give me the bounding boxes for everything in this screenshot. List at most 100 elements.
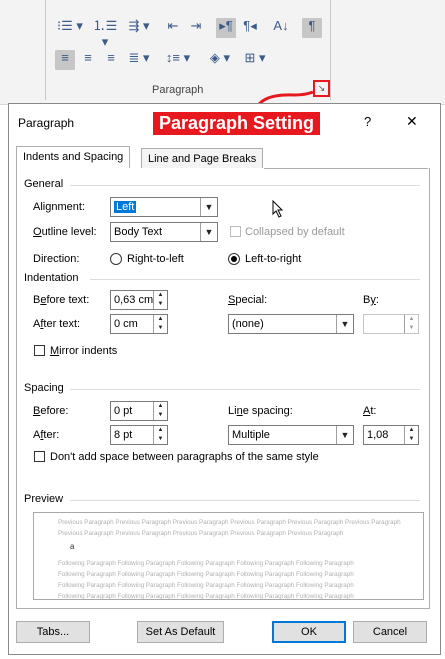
borders-icon: ⊞ ▾ — [244, 50, 266, 65]
align-right-button[interactable]: ≡ — [101, 50, 121, 70]
dont-add-space-checkbox[interactable] — [34, 451, 45, 462]
spacing-after-spinner[interactable]: 8 pt ▲ ▼ — [110, 425, 168, 445]
cancel-label: Cancel — [372, 626, 408, 638]
spacing-before-spinner[interactable]: 0 pt ▲ ▼ — [110, 401, 168, 421]
alignment-select[interactable]: Left ▼ — [110, 197, 218, 217]
multilevel-list-button[interactable]: ⇶ ▾ — [124, 18, 154, 38]
general-rule — [70, 185, 420, 186]
after-text-spinner[interactable]: 0 cm ▲ ▼ — [110, 314, 168, 334]
ribbon-paragraph-group: ⁝☰ ▾ ⒈☰ ▾ ⇶ ▾ ⇤ ⇥ ▸¶ ¶◂ A↓ ¶ ≡ ≡ ≡ ≣ ▾ ↕… — [0, 0, 445, 105]
preview-previous-text: Previous Paragraph Previous Paragraph Pr… — [58, 519, 401, 526]
show-formatting-icon: ¶ — [308, 18, 316, 33]
increase-indent-button[interactable]: ⇥ — [186, 18, 206, 38]
preview-following-text: Following Paragraph Following Paragraph … — [58, 571, 354, 578]
by-spinner[interactable]: ▲ ▼ — [363, 314, 419, 334]
tab-strip-line — [264, 168, 428, 169]
set-as-default-label: Set As Default — [145, 626, 216, 638]
help-button[interactable]: ? — [364, 114, 371, 129]
numbering-icon: ⒈☰ ▾ — [92, 18, 118, 49]
ok-button[interactable]: OK — [272, 621, 346, 643]
mirror-indents-checkbox[interactable] — [34, 345, 45, 356]
align-right-icon: ≡ — [107, 50, 115, 65]
left-to-right-radio[interactable] — [228, 253, 240, 265]
justify-button[interactable]: ≣ ▾ — [124, 50, 154, 70]
spin-arrows-icon: ▲ ▼ — [153, 291, 167, 309]
after-text-value: 0 cm — [114, 318, 138, 330]
numbering-button[interactable]: ⒈☰ ▾ — [90, 18, 120, 49]
right-to-left-radio[interactable] — [110, 253, 122, 265]
left-to-right-label: Left-to-right — [245, 253, 302, 265]
align-center-icon: ≡ — [84, 50, 92, 65]
at-label: At: — [363, 405, 377, 417]
before-text-label: Before text: — [33, 294, 90, 306]
preview-sample-text: a — [70, 542, 75, 551]
rtl-paragraph-button[interactable]: ¶◂ — [240, 18, 260, 38]
tab-indents-and-spacing[interactable]: Indents and Spacing — [16, 146, 131, 169]
by-label: By: — [363, 294, 379, 306]
annotation-label: Paragraph Setting — [153, 112, 321, 135]
ltr-paragraph-icon: ▸¶ — [219, 18, 233, 33]
sort-button[interactable]: A↓ — [271, 18, 291, 38]
align-left-icon: ≡ — [61, 50, 69, 65]
at-value: 1,08 — [367, 429, 389, 441]
spin-arrows-icon: ▲ ▼ — [404, 426, 418, 444]
spin-arrows-icon: ▲ ▼ — [153, 315, 167, 333]
mouse-cursor-icon — [272, 200, 284, 218]
outline-level-select[interactable]: Body Text ▼ — [110, 222, 218, 242]
bullets-button[interactable]: ⁝☰ ▾ — [55, 18, 85, 38]
chevron-down-icon: ▼ — [200, 223, 217, 241]
line-spacing-icon: ↕≡ ▾ — [165, 50, 191, 65]
chevron-down-icon: ▼ — [336, 426, 353, 444]
align-left-button[interactable]: ≡ — [55, 50, 75, 70]
ribbon-group-label: Paragraph — [152, 84, 204, 96]
direction-label: Direction: — [33, 253, 80, 265]
spin-arrows-icon: ▲ ▼ — [404, 315, 418, 333]
help-icon: ? — [364, 114, 372, 129]
shading-icon: ◈ ▾ — [209, 50, 231, 65]
spin-arrows-icon: ▲ ▼ — [153, 402, 167, 420]
spacing-after-value: 8 pt — [114, 429, 133, 441]
outline-level-label: Outline level: — [33, 226, 97, 238]
line-spacing-button[interactable]: ↕≡ ▾ — [163, 50, 193, 70]
borders-button[interactable]: ⊞ ▾ — [240, 50, 270, 70]
decrease-indent-icon: ⇤ — [167, 18, 179, 33]
align-center-button[interactable]: ≡ — [78, 50, 98, 70]
collapsed-by-default-checkbox[interactable] — [230, 226, 241, 237]
before-text-value: 0,63 cm — [114, 294, 154, 306]
cancel-button[interactable]: Cancel — [353, 621, 427, 643]
at-spinner[interactable]: 1,08 ▲ ▼ — [363, 425, 419, 445]
preview-rule — [70, 500, 420, 501]
increase-indent-icon: ⇥ — [190, 18, 202, 33]
sort-icon: A↓ — [273, 18, 289, 33]
tab-label: Indents and Spacing — [23, 151, 124, 163]
justify-icon: ≣ ▾ — [128, 50, 150, 65]
special-label: Special: — [228, 294, 268, 306]
tab-line-and-page-breaks[interactable]: Line and Page Breaks — [141, 148, 264, 169]
rtl-paragraph-icon: ¶◂ — [243, 18, 257, 33]
right-to-left-label: Right-to-left — [127, 253, 184, 265]
special-value: (none) — [232, 318, 264, 330]
ok-label: OK — [301, 626, 317, 638]
special-select[interactable]: (none) ▼ — [228, 314, 354, 334]
before-text-spinner[interactable]: 0,63 cm ▲ ▼ — [110, 290, 168, 310]
alignment-label: Alignment: — [33, 201, 85, 213]
spacing-rule — [70, 389, 420, 390]
show-formatting-button[interactable]: ¶ — [302, 18, 322, 38]
multilevel-list-icon: ⇶ ▾ — [128, 18, 150, 33]
spacing-before-value: 0 pt — [114, 405, 133, 417]
ltr-paragraph-button[interactable]: ▸¶ — [216, 18, 236, 38]
chevron-down-icon: ▼ — [200, 198, 217, 216]
preview-following-text: Following Paragraph Following Paragraph … — [58, 582, 354, 589]
tabs-button-label: Tabs... — [36, 626, 70, 638]
decrease-indent-button[interactable]: ⇤ — [163, 18, 183, 38]
preview-heading: Preview — [24, 493, 64, 505]
shading-button[interactable]: ◈ ▾ — [205, 50, 235, 70]
mirror-indents-label: Mirror indents — [50, 345, 118, 357]
close-button[interactable]: ✕ — [406, 113, 418, 130]
ribbon-separator — [330, 0, 331, 100]
tabs-button[interactable]: Tabs... — [16, 621, 90, 643]
set-as-default-button[interactable]: Set As Default — [137, 621, 224, 643]
line-spacing-select[interactable]: Multiple ▼ — [228, 425, 354, 445]
dialog-title: Paragraph — [18, 116, 75, 130]
preview-previous-text: Previous Paragraph Previous Paragraph Pr… — [58, 530, 344, 537]
